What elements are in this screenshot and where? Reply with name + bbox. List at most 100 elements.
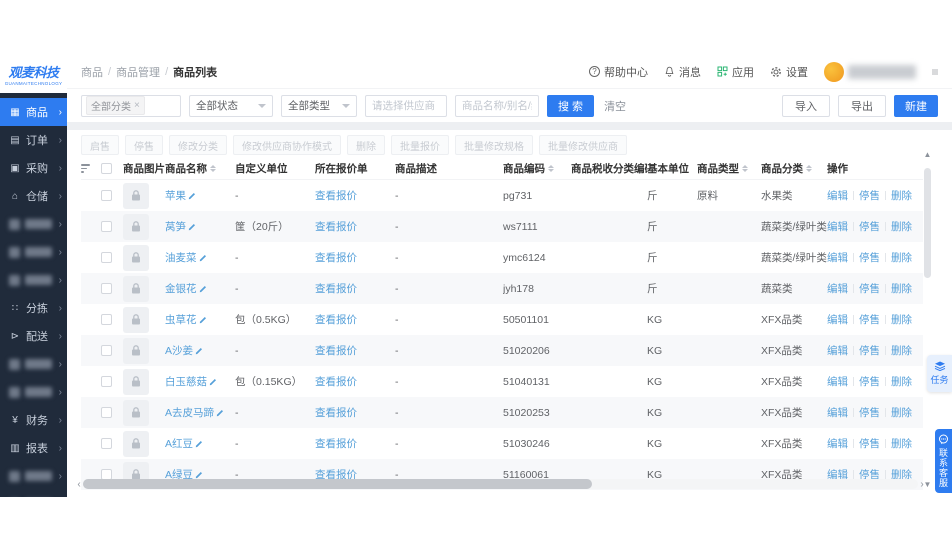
view-quote-link[interactable]: 查看报价 <box>315 405 357 420</box>
stop-sale-link[interactable]: 停售 <box>859 281 880 296</box>
stop-sale-link[interactable]: 停售 <box>859 374 880 389</box>
product-name-link[interactable]: 白玉慈菇 <box>165 374 207 389</box>
edit-icon[interactable] <box>195 439 204 448</box>
delete-link[interactable]: 删除 <box>891 188 912 203</box>
delete-link[interactable]: 删除 <box>891 250 912 265</box>
stop-sale-link[interactable]: 停售 <box>859 343 880 358</box>
stop-sale-link[interactable]: 停售 <box>859 405 880 420</box>
import-button[interactable]: 导入 <box>782 94 830 117</box>
delete-link[interactable]: 删除 <box>891 343 912 358</box>
row-checkbox[interactable] <box>101 438 112 449</box>
product-name-link[interactable]: A去皮马蹄 <box>165 405 214 420</box>
column-header-type[interactable]: 商品类型 <box>697 161 761 176</box>
delete-link[interactable]: 删除 <box>891 436 912 451</box>
select-all-checkbox[interactable] <box>101 163 112 174</box>
edit-icon[interactable] <box>188 222 197 231</box>
stop-sale-link[interactable]: 停售 <box>859 188 880 203</box>
product-name-link[interactable]: 虫草花 <box>165 312 197 327</box>
stop-sale-link[interactable]: 停售 <box>859 436 880 451</box>
row-checkbox[interactable] <box>101 407 112 418</box>
sidebar-item[interactable]: › <box>0 266 67 294</box>
batch-action-button[interactable]: 批量报价 <box>391 135 449 155</box>
contact-support-widget[interactable]: 联系客服 <box>935 429 952 493</box>
sidebar-item-报表[interactable]: ▥ 报表 › <box>0 434 67 462</box>
view-quote-link[interactable]: 查看报价 <box>315 343 357 358</box>
view-quote-link[interactable]: 查看报价 <box>315 281 357 296</box>
row-checkbox[interactable] <box>101 221 112 232</box>
vertical-scrollbar[interactable]: ▲ ▼ <box>923 150 932 489</box>
sidebar-item[interactable]: › <box>0 462 67 490</box>
batch-action-button[interactable]: 批量修改供应商 <box>539 135 627 155</box>
sort-icon[interactable] <box>548 165 554 172</box>
sidebar-item-财务[interactable]: ¥ 财务 › <box>0 406 67 434</box>
product-name-link[interactable]: A沙姜 <box>165 343 193 358</box>
edit-link[interactable]: 编辑 <box>827 374 848 389</box>
help-center-button[interactable]: ? 帮助中心 <box>589 64 648 80</box>
apps-button[interactable]: 应用 <box>717 64 754 80</box>
row-checkbox[interactable] <box>101 345 112 356</box>
delete-link[interactable]: 删除 <box>891 405 912 420</box>
delete-link[interactable]: 删除 <box>891 374 912 389</box>
sort-icon[interactable] <box>806 165 812 172</box>
edit-icon[interactable] <box>188 191 197 200</box>
edit-icon[interactable] <box>199 253 208 262</box>
edit-icon[interactable] <box>195 346 204 355</box>
row-checkbox[interactable] <box>101 314 112 325</box>
sidebar-item-订单[interactable]: ▤ 订单 › <box>0 126 67 154</box>
edit-link[interactable]: 编辑 <box>827 188 848 203</box>
batch-action-button[interactable]: 启售 <box>81 135 119 155</box>
user-menu[interactable] <box>824 61 916 82</box>
create-button[interactable]: 新建 <box>894 94 938 117</box>
edit-icon[interactable] <box>199 315 208 324</box>
sidebar-item[interactable]: › <box>0 238 67 266</box>
product-name-link[interactable]: 苹果 <box>165 188 186 203</box>
scroll-left-icon[interactable]: ‹ <box>75 479 83 490</box>
export-button[interactable]: 导出 <box>838 94 886 117</box>
edit-icon[interactable] <box>216 408 225 417</box>
vertical-scroll-thumb[interactable] <box>924 168 931 278</box>
search-button[interactable]: 搜 索 <box>547 94 595 117</box>
delete-link[interactable]: 删除 <box>891 219 912 234</box>
product-name-link[interactable]: 莴笋 <box>165 219 186 234</box>
column-header-category[interactable]: 商品分类 <box>761 161 827 176</box>
view-quote-link[interactable]: 查看报价 <box>315 219 357 234</box>
horizontal-scroll-track[interactable] <box>83 479 918 489</box>
edit-icon[interactable] <box>209 377 218 386</box>
edit-link[interactable]: 编辑 <box>827 405 848 420</box>
breadcrumb-item[interactable]: 商品管理 <box>116 64 160 80</box>
column-header-code[interactable]: 商品编码 <box>503 161 571 176</box>
search-input[interactable] <box>455 94 539 117</box>
sidebar-item-采购[interactable]: ▣ 采购 › <box>0 154 67 182</box>
messages-button[interactable]: 消息 <box>664 64 701 80</box>
sidebar-item[interactable]: › <box>0 378 67 406</box>
product-name-link[interactable]: 金银花 <box>165 281 197 296</box>
product-name-link[interactable]: A红豆 <box>165 436 193 451</box>
type-select[interactable]: 全部类型 <box>281 94 357 117</box>
batch-action-button[interactable]: 删除 <box>347 135 385 155</box>
delete-link[interactable]: 删除 <box>891 312 912 327</box>
edit-link[interactable]: 编辑 <box>827 281 848 296</box>
row-checkbox[interactable] <box>101 190 112 201</box>
stop-sale-link[interactable]: 停售 <box>859 219 880 234</box>
edit-link[interactable]: 编辑 <box>827 250 848 265</box>
status-select[interactable]: 全部状态 <box>189 94 273 117</box>
column-settings-cell[interactable] <box>81 164 101 173</box>
supplier-input[interactable] <box>365 94 447 117</box>
row-checkbox[interactable] <box>101 252 112 263</box>
settings-button[interactable]: 设置 <box>770 64 808 80</box>
scroll-right-icon[interactable]: › <box>918 479 926 490</box>
column-filter-icon[interactable] <box>81 164 90 173</box>
breadcrumb-item[interactable]: 商品 <box>81 64 103 80</box>
sort-icon[interactable] <box>742 165 748 172</box>
batch-action-button[interactable]: 停售 <box>125 135 163 155</box>
row-checkbox[interactable] <box>101 283 112 294</box>
batch-action-button[interactable]: 修改供应商协作模式 <box>233 135 341 155</box>
remove-tag-icon[interactable]: × <box>134 100 140 111</box>
product-name-link[interactable]: 油麦菜 <box>165 250 197 265</box>
edit-icon[interactable] <box>195 470 204 479</box>
category-multiselect[interactable]: 全部分类 × <box>81 94 181 117</box>
edit-link[interactable]: 编辑 <box>827 343 848 358</box>
view-quote-link[interactable]: 查看报价 <box>315 374 357 389</box>
horizontal-scrollbar[interactable]: ‹ › <box>75 479 926 490</box>
delete-link[interactable]: 删除 <box>891 281 912 296</box>
